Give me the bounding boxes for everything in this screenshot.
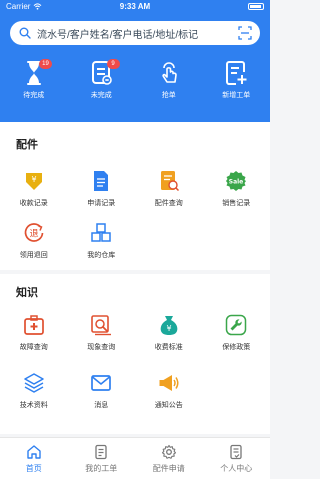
application-record-label: 申请记录 (87, 200, 116, 207)
status-bar: Carrier 9:33 AM (0, 0, 270, 14)
tab-home[interactable]: 首页 (0, 438, 68, 479)
grid-my-warehouse[interactable]: 我的仓库 (68, 222, 136, 260)
tab-home-label: 首页 (25, 464, 42, 473)
payment-record-label: 收款记录 (19, 200, 48, 207)
grid-return[interactable]: 退 领用退回 (0, 222, 68, 260)
phenomenon-query-label: 现象查询 (87, 344, 116, 351)
warehouse-icon (91, 223, 111, 242)
notice-label: 通知公告 (154, 402, 183, 409)
status-time: 9:33 AM (119, 2, 151, 11)
envelope-icon (91, 375, 112, 391)
profile-doc-icon (230, 444, 242, 460)
add-order-icon (226, 61, 247, 85)
action-pending-label: 待完成 (23, 92, 45, 99)
knowledge-section-title: 知识 (16, 287, 38, 299)
tech-docs-label: 技术资料 (19, 402, 48, 409)
action-new-order[interactable]: 新增工单 (203, 60, 271, 116)
action-grab-order[interactable]: 抢单 (135, 60, 203, 116)
tab-parts-apply-label: 配件申请 (152, 464, 185, 473)
megaphone-icon (159, 375, 179, 391)
tab-parts-apply[interactable]: 配件申请 (135, 438, 203, 479)
svg-text:Sale: Sale (229, 179, 244, 186)
grid-application-record[interactable]: 申请记录 (68, 170, 136, 208)
tab-bar: 首页 我的工单 配件申请 个人中心 (0, 437, 270, 479)
action-incomplete[interactable]: 9 未完成 (68, 59, 136, 116)
tap-hand-icon (162, 62, 177, 83)
parts-card: 配件 ¥ 收款记录 申请记录 配件查询 Sale 销售记录 退 领用退回 我的仓… (0, 122, 270, 270)
medical-kit-icon (23, 315, 44, 335)
parts-query-label: 配件查询 (154, 200, 183, 207)
tab-profile[interactable]: 个人中心 (203, 438, 271, 479)
top-actions: 19 待完成 9 未完成 抢单 新增工单 (0, 59, 271, 116)
messages-label: 消息 (94, 402, 109, 409)
search-placeholder: 流水号/客户姓名/客户电话/地址/标记 (37, 29, 199, 41)
grid-fault-query[interactable]: 故障查询 (0, 314, 68, 352)
parts-section-title: 配件 (16, 139, 38, 151)
parts-query-icon (160, 171, 179, 192)
gear-icon (161, 444, 176, 459)
wrench-icon (226, 314, 247, 336)
grid-notice[interactable]: 通知公告 (135, 372, 203, 410)
fault-query-label: 故障查询 (19, 344, 48, 351)
my-warehouse-label: 我的仓库 (87, 252, 116, 259)
svg-text:退: 退 (29, 229, 38, 240)
grid-messages[interactable]: 消息 (68, 372, 136, 410)
action-grab-order-label: 抢单 (161, 92, 176, 99)
tab-my-orders-label: 我的工单 (85, 464, 118, 473)
home-icon (27, 445, 41, 459)
money-bag-icon: ¥ (160, 316, 178, 335)
battery-icon (248, 3, 264, 10)
grid-fee-standard[interactable]: ¥ 收费标准 (135, 314, 203, 352)
pending-badge: 19 (39, 59, 52, 69)
sale-badge-icon: Sale (226, 171, 247, 191)
grid-tech-docs[interactable]: 技术资料 (0, 372, 68, 410)
grid-parts-query[interactable]: 配件查询 (135, 170, 203, 208)
knowledge-card: 知识 故障查询 现象查询 ¥ 收费标准 保修政策 技术资料 消息 通知公告 (0, 274, 270, 434)
svg-text:¥: ¥ (166, 324, 171, 333)
search-icon (19, 27, 31, 39)
grid-payment-record[interactable]: ¥ 收款记录 (0, 170, 68, 208)
grid-warranty-policy[interactable]: 保修政策 (203, 314, 271, 352)
return-label: 领用退回 (19, 252, 48, 259)
svg-text:¥: ¥ (31, 175, 36, 184)
order-list-icon (95, 444, 107, 460)
search-bar[interactable]: 流水号/客户姓名/客户电话/地址/标记 (10, 21, 260, 45)
grid-sales-record[interactable]: Sale 销售记录 (203, 170, 271, 208)
tab-my-orders[interactable]: 我的工单 (68, 438, 136, 479)
layers-icon (24, 373, 44, 393)
scan-icon[interactable] (238, 26, 252, 40)
tab-profile-label: 个人中心 (220, 464, 253, 473)
fee-standard-label: 收费标准 (154, 344, 183, 351)
grid-phenomenon-query[interactable]: 现象查询 (68, 314, 136, 352)
document-icon (94, 171, 109, 191)
action-incomplete-label: 未完成 (90, 92, 112, 99)
warranty-policy-label: 保修政策 (222, 344, 251, 351)
action-pending[interactable]: 19 待完成 (0, 59, 68, 116)
phenomenon-query-icon (91, 315, 112, 336)
payment-record-icon: ¥ (25, 173, 42, 190)
return-icon: 退 (24, 223, 44, 242)
action-new-order-label: 新增工单 (222, 92, 251, 99)
incomplete-badge: 9 (106, 59, 120, 69)
sales-record-label: 销售记录 (222, 200, 251, 207)
